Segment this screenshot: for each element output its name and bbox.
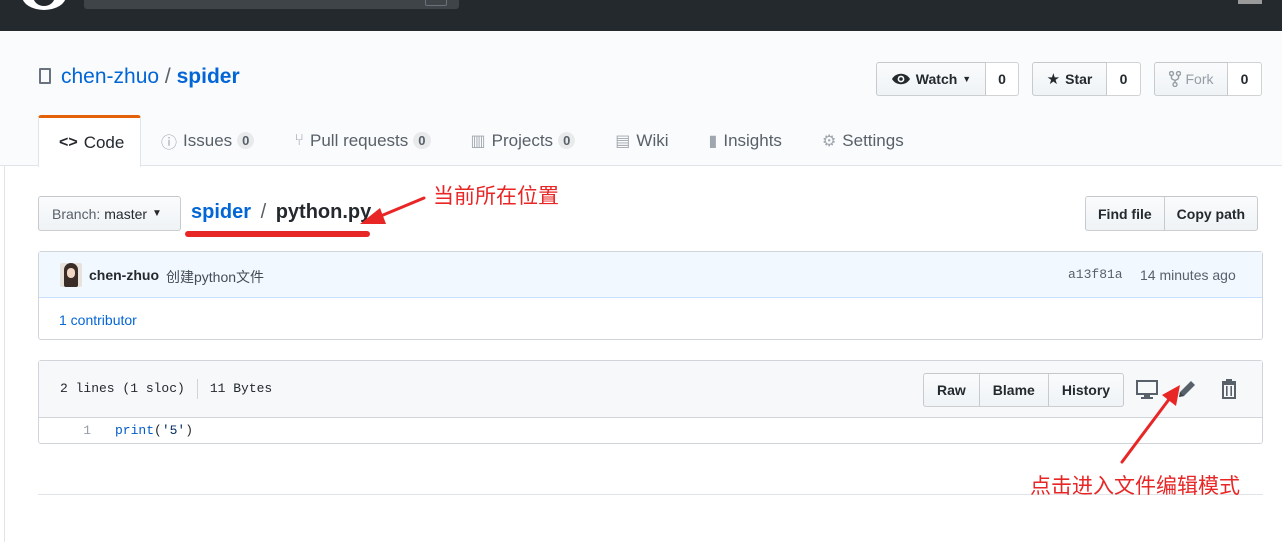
code-close-paren: )	[185, 423, 194, 438]
tab-pull-requests[interactable]: ⑂ Pull requests 0	[274, 115, 450, 166]
fork-icon	[1168, 71, 1181, 87]
tab-label: Settings	[842, 130, 904, 150]
file-navigation: Find file Copy path	[1085, 196, 1259, 231]
star-group: ★ Star 0	[1032, 62, 1141, 96]
file-info: 2 lines (1 sloc) 11 Bytes	[60, 379, 273, 399]
file-size: 11 Bytes	[209, 381, 273, 396]
repo-header: chen-zhuo / spider Watch ▼ 0 ★ Star 0 Fo…	[0, 31, 1282, 167]
fork-label: Fork	[1185, 71, 1214, 87]
trash-icon[interactable]	[1217, 377, 1241, 401]
eye-icon	[891, 73, 910, 85]
commit-author-link[interactable]: chen-zhuo	[89, 267, 159, 283]
code-function: print	[115, 423, 155, 438]
search-shortcut-icon	[425, 0, 447, 6]
commit-tease: chen-zhuo 创建python文件 a13f81a 14 minutes …	[38, 251, 1263, 340]
commit-header: chen-zhuo 创建python文件 a13f81a 14 minutes …	[39, 252, 1262, 298]
repo-owner-link[interactable]: chen-zhuo	[61, 65, 159, 88]
star-count[interactable]: 0	[1107, 62, 1141, 96]
branch-name: master	[104, 205, 148, 222]
star-button[interactable]: ★ Star	[1032, 62, 1107, 96]
gear-icon: ⚙	[821, 132, 837, 150]
tab-label: Wiki	[636, 130, 669, 150]
copy-path-button[interactable]: Copy path	[1164, 196, 1259, 231]
watch-group: Watch ▼ 0	[876, 62, 1019, 96]
annotation-underline	[185, 231, 370, 237]
watch-button[interactable]: Watch ▼	[876, 62, 986, 96]
branch-select-button[interactable]: Branch: master ▼	[38, 196, 181, 231]
watch-count[interactable]: 0	[986, 62, 1019, 96]
tab-insights[interactable]: ▮ Insights	[689, 115, 802, 166]
user-avatar[interactable]	[1238, 0, 1262, 4]
tab-counter: 0	[413, 132, 431, 149]
file-actions: Raw Blame History	[923, 373, 1125, 407]
location-annotation: 当前所在位置	[433, 184, 559, 208]
find-file-button[interactable]: Find file	[1085, 196, 1165, 231]
history-button[interactable]: History	[1048, 373, 1125, 407]
issue-opened-icon: ⓘ	[161, 134, 178, 152]
tab-code[interactable]: <> Code	[38, 115, 141, 167]
tab-label: Insights	[723, 130, 782, 150]
file-header: 2 lines (1 sloc) 11 Bytes Raw Blame Hist…	[39, 361, 1262, 418]
code-line: 1 print('5')	[39, 419, 1262, 443]
fork-count[interactable]: 0	[1228, 62, 1262, 96]
blame-button[interactable]: Blame	[979, 373, 1049, 407]
star-icon: ★	[1046, 71, 1061, 88]
file-lines-info: 2 lines (1 sloc)	[60, 381, 185, 396]
pencil-icon[interactable]	[1175, 377, 1199, 401]
avatar[interactable]	[60, 263, 82, 287]
repo-icon	[39, 68, 51, 84]
fork-button[interactable]: Fork	[1154, 62, 1228, 96]
tab-counter: 0	[558, 132, 576, 149]
tab-issues[interactable]: ⓘ Issues 0	[141, 115, 274, 166]
search-input[interactable]	[84, 0, 459, 9]
line-number[interactable]: 1	[39, 423, 91, 438]
tab-label: Pull requests	[310, 130, 409, 150]
breadcrumb-separator: /	[260, 201, 267, 223]
code-open-paren: (	[154, 423, 162, 438]
star-label: Star	[1065, 71, 1093, 87]
watch-label: Watch	[915, 71, 958, 87]
edit-annotation: 点击进入文件编辑模式	[1030, 474, 1240, 498]
tab-label: Projects	[491, 130, 554, 150]
breadcrumb-repo-link[interactable]: spider	[191, 201, 251, 223]
chevron-down-icon: ▼	[152, 208, 162, 219]
commit-sha-link[interactable]: a13f81a	[1068, 267, 1123, 282]
tab-settings[interactable]: ⚙ Settings	[802, 115, 924, 166]
tab-counter: 0	[237, 132, 255, 149]
code-icon: <>	[59, 133, 78, 151]
tab-projects[interactable]: ▥ Projects 0	[451, 115, 596, 166]
avatar-face	[67, 268, 75, 278]
tab-label: Code	[83, 132, 125, 152]
book-icon: ▤	[615, 132, 631, 150]
top-navbar	[0, 0, 1282, 31]
tab-label: Issues	[183, 130, 233, 150]
repo-tabs: <> Code ⓘ Issues 0 ⑂ Pull requests 0 ▥ P…	[38, 115, 924, 167]
repo-title: chen-zhuo / spider	[61, 65, 240, 89]
tab-wiki[interactable]: ▤ Wiki	[595, 115, 688, 166]
breadcrumb: spider / python.py	[191, 201, 371, 224]
commit-message-link[interactable]: 创建python文件	[166, 267, 264, 287]
project-icon: ▥	[470, 132, 486, 150]
file-info-divider	[196, 379, 198, 399]
graph-icon: ▮	[708, 132, 718, 150]
breadcrumb-file-name: python.py	[275, 201, 372, 223]
code-string: '5'	[161, 423, 186, 438]
contributors-link[interactable]: 1 contributor	[59, 312, 137, 328]
git-pull-request-icon: ⑂	[294, 131, 304, 149]
branch-prefix: Branch:	[52, 205, 101, 222]
fork-group: Fork 0	[1154, 62, 1262, 96]
raw-button[interactable]: Raw	[923, 373, 980, 407]
repo-separator: /	[164, 65, 171, 88]
desktop-icon[interactable]	[1135, 377, 1159, 401]
file-box: 2 lines (1 sloc) 11 Bytes Raw Blame Hist…	[38, 360, 1263, 444]
line-code: print('5')	[115, 423, 193, 438]
commit-time: 14 minutes ago	[1140, 267, 1236, 283]
chevron-down-icon: ▼	[962, 74, 972, 84]
repo-name-link[interactable]: spider	[177, 65, 240, 88]
